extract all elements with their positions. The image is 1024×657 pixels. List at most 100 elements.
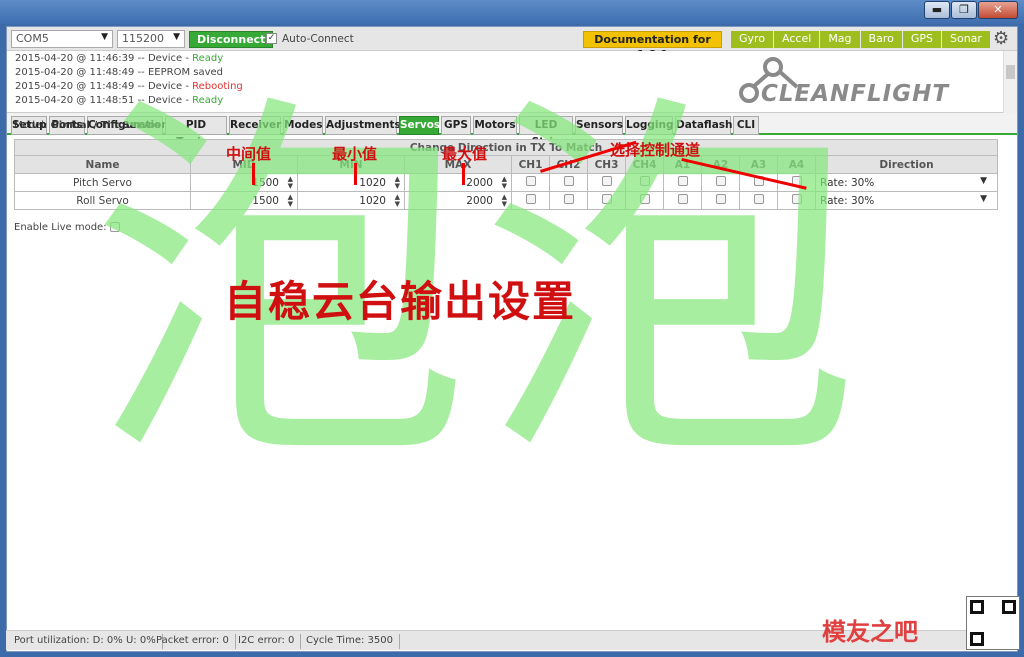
spinner-icon[interactable]: ▲ ▼ [395,176,400,190]
ch3-checkbox[interactable] [601,194,612,204]
servo-table: Change Direction in TX To Match Name MID… [14,139,998,210]
annotation-channels: 选择控制通道 [610,141,701,159]
documentation-button[interactable]: Documentation for 1.8.1 [583,31,722,61]
ch1-checkbox[interactable] [525,176,536,186]
ch2-checkbox[interactable] [563,194,574,204]
servo-name: Pitch Servo [14,173,191,192]
brand-watermark: 模友之吧 [822,618,918,646]
col-a4: A4 [777,155,816,174]
annotation-arrow [252,163,255,185]
tab-motors[interactable]: Motors [473,116,517,135]
ch4-checkbox[interactable] [639,194,650,204]
port-select[interactable]: COM5 ▼ [11,30,113,48]
baud-value: 115200 [122,32,164,45]
min-input[interactable]: 1020 ▲ ▼ [297,191,405,210]
chevron-down-icon: ▼ [980,194,987,204]
sensor-gps: GPS [902,31,941,48]
col-direction: Direction [815,155,998,174]
a1-checkbox[interactable] [677,176,688,186]
minimize-button[interactable]: ▬ [924,1,950,19]
disconnect-button[interactable]: Disconnect [189,31,274,48]
spinner-icon[interactable]: ▲ ▼ [288,194,293,208]
live-mode-checkbox[interactable] [109,222,120,232]
spinner-icon[interactable]: ▲ ▼ [395,194,400,208]
ch3-checkbox[interactable] [601,176,612,186]
a1-checkbox[interactable] [677,194,688,204]
status-cycle-time: Cycle Time: 3500 [300,634,400,649]
tab-pid-tuning[interactable]: PID Tuning [165,116,227,148]
sensor-sonar: Sonar [941,31,990,48]
tab-modes[interactable]: Modes [283,116,323,135]
scroll-thumb[interactable] [1006,65,1015,79]
mid-input[interactable]: 1500 ▲ ▼ [190,173,298,192]
tab-led-strip[interactable]: LED Strip [519,116,573,148]
gear-icon[interactable]: ⚙ [993,28,1009,49]
tab-receiver[interactable]: Receiver [229,116,281,135]
auto-connect-label: Auto-Connect [282,33,354,45]
log-line: 2015-04-20 @ 11:48:49 -- Device - Reboot… [15,81,243,92]
baud-select[interactable]: 115200 ▼ [117,30,185,48]
max-input[interactable]: 2000 ▲ ▼ [404,191,512,210]
tab-adjustments[interactable]: Adjustments [325,116,401,135]
log-line: 2015-04-20 @ 11:46:39 -- Device - Ready [15,53,224,64]
sensor-accel: Accel [774,31,820,48]
status-packet-error: Packet error: 0 [150,634,236,649]
annotation-arrow [354,163,357,185]
top-toolbar: COM5 ▼ 115200 ▼ Disconnect ✓ Auto-Connect … [7,27,1017,61]
ch2-checkbox[interactable] [563,176,574,186]
title-bar: ▬ ❐ ✕ [0,0,1024,24]
tab-dataflash[interactable]: Dataflash [675,116,733,135]
sensor-indicators: Gyro Accel Mag Baro GPS Sonar [731,31,990,48]
tab-cli[interactable]: CLI [733,116,759,135]
mid-input[interactable]: 1500 ▲ ▼ [190,191,298,210]
live-mode: Enable Live mode: [14,222,120,233]
log-line: 2015-04-20 @ 11:48:51 -- Device - Ready [15,95,224,106]
table-row: Roll Servo 1500 ▲ ▼ 1020 ▲ ▼ 2000 ▲ ▼ Rate: 30… [14,191,998,210]
direction-select[interactable]: Rate: 30% ▼ [815,173,998,192]
a3-checkbox[interactable] [753,194,764,204]
a4-checkbox[interactable] [791,194,802,204]
tab-sensors[interactable]: Sensors [575,116,623,135]
auto-connect-checkbox[interactable]: ✓ [266,33,277,44]
model-info: Model: Gimbal / Tilt Servos [14,120,161,131]
live-mode-label: Enable Live mode: [14,222,107,233]
chevron-down-icon: ▼ [980,176,987,186]
sensor-mag: Mag [820,31,860,48]
a2-checkbox[interactable] [715,176,726,186]
tab-gps[interactable]: GPS [441,116,471,135]
annotation-arrow [462,163,465,185]
min-input[interactable]: 1020 ▲ ▼ [297,173,405,192]
table-row: Pitch Servo 1500 ▲ ▼ 1020 ▲ ▼ 2000 ▲ ▼ Rate: 3… [14,173,998,192]
tab-servos[interactable]: Servos [399,116,440,135]
chevron-down-icon: ▼ [101,32,108,42]
maximize-button[interactable]: ❐ [951,1,977,19]
annotation-title: 自稳云台输出设置 [224,277,577,326]
log-scrollbar[interactable] [1003,51,1017,113]
ch1-checkbox[interactable] [525,194,536,204]
ch4-checkbox[interactable] [639,176,650,186]
model-label: Model: [14,120,48,131]
col-a3: A3 [739,155,778,174]
annotation-max: 最大值 [442,145,488,163]
log-line: 2015-04-20 @ 11:48:49 -- EEPROM saved [15,67,224,78]
status-port-utilization: Port utilization: D: 0% U: 0% [8,634,163,649]
close-button[interactable]: ✕ [978,1,1018,19]
table-header-row: Name MID MIN MAX CH1 CH2 CH3 CH4 A1 A2 A… [14,155,998,174]
sensor-baro: Baro [860,31,902,48]
spinner-icon[interactable]: ▲ ▼ [502,194,507,208]
col-name: Name [14,155,191,174]
spinner-icon[interactable]: ▲ ▼ [502,176,507,190]
window-controls: ▬ ❐ ✕ [924,1,1018,19]
tab-logging[interactable]: Logging [625,116,674,135]
a2-checkbox[interactable] [715,194,726,204]
annotation-min: 最小值 [332,145,378,163]
max-input[interactable]: 2000 ▲ ▼ [404,173,512,192]
model-value: Gimbal / Tilt Servos [50,120,161,131]
annotation-mid: 中间值 [226,145,272,163]
chevron-down-icon: ▼ [173,32,180,42]
port-value: COM5 [16,32,49,45]
direction-select[interactable]: Rate: 30% ▼ [815,191,998,210]
sensor-gyro: Gyro [731,31,774,48]
spinner-icon[interactable]: ▲ ▼ [288,176,293,190]
qr-code-icon [966,596,1020,650]
